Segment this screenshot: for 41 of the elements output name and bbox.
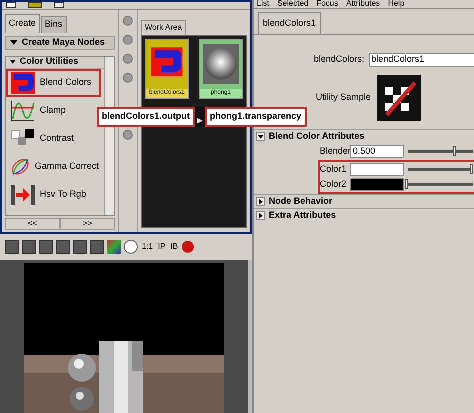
node-name: Blend Colors <box>40 76 92 89</box>
section-title: Blend Color Attributes <box>269 130 365 143</box>
node-name: Gamma Correct <box>34 160 99 173</box>
panel-tab[interactable]: Create <box>5 14 40 32</box>
node-name: Contrast <box>40 132 74 145</box>
toolbar-button[interactable]: IP <box>157 241 167 254</box>
node-tab[interactable]: blendColors1 <box>258 12 322 34</box>
section-header[interactable]: Node Behavior <box>254 194 474 208</box>
section-title: Node Behavior <box>269 194 333 208</box>
field-label: blendColors: <box>314 53 365 66</box>
node-list-item[interactable]: Blend Colors <box>6 68 101 96</box>
connection-target-tooltip: phong1.transparency <box>205 107 307 127</box>
work-area-tab[interactable]: Work Area <box>141 20 186 35</box>
node-name: Hsv To Rgb <box>40 188 86 201</box>
group-header[interactable]: Color Utilities <box>6 56 104 68</box>
section-header[interactable]: Blend Color Attributes <box>254 129 474 143</box>
menu-item[interactable]: List <box>257 0 270 8</box>
menu-item[interactable]: Focus <box>316 0 338 8</box>
field-label: Utility Sample <box>316 91 372 104</box>
attribute-label: Color2 <box>320 178 346 191</box>
section-title: Extra Attributes <box>269 208 336 222</box>
name-field[interactable]: blendColors1 <box>368 53 474 67</box>
section-header[interactable]: Extra Attributes <box>254 208 474 222</box>
attribute-label: Color1 <box>320 162 346 176</box>
menu-item[interactable]: Selected <box>277 0 309 8</box>
node-list-item[interactable]: Hsv To Rgb <box>6 180 101 208</box>
pager-button[interactable]: >> <box>60 218 116 230</box>
panel-tab[interactable]: Bins <box>41 16 67 32</box>
node-list-item[interactable]: Gamma Correct <box>6 152 101 180</box>
toolbar-button[interactable]: IB <box>170 241 180 254</box>
connection-source-tooltip: blendColors1.output <box>97 107 195 127</box>
section-title: Create Maya Nodes <box>22 36 106 49</box>
section-header[interactable]: Create Maya Nodes <box>5 36 116 50</box>
node-name: Clamp <box>40 104 66 117</box>
menu-item[interactable]: Help <box>388 0 405 8</box>
node-list-item[interactable]: Contrast <box>6 124 101 152</box>
value-field[interactable]: 0.500 <box>350 145 404 158</box>
menu-item[interactable]: Attributes <box>346 0 380 8</box>
pager-button[interactable]: << <box>5 218 60 230</box>
toolbar-button[interactable]: 1:1 <box>141 241 154 254</box>
group-title: Color Utilities <box>20 55 79 68</box>
